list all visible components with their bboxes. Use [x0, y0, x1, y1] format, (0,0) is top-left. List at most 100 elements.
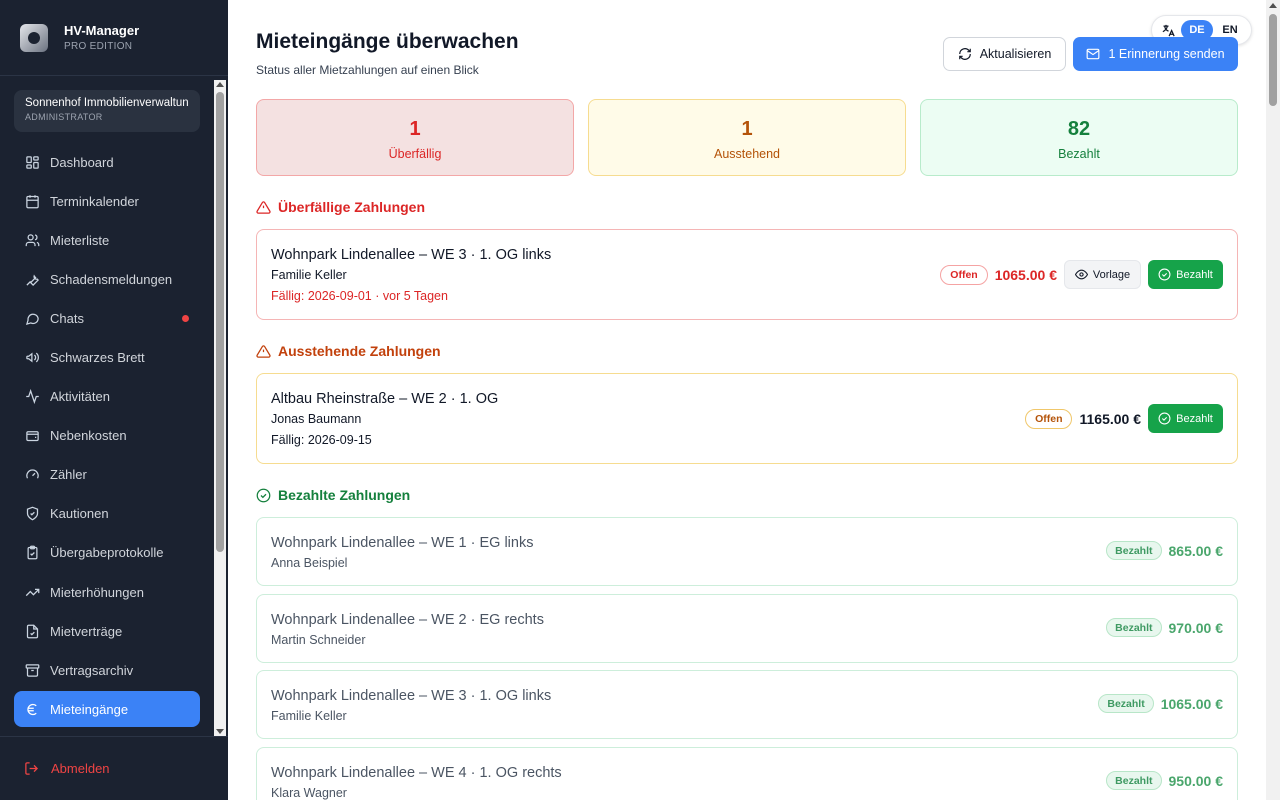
- status-badge: Bezahlt: [1106, 541, 1162, 560]
- stat-overdue: 1 Überfällig: [256, 99, 574, 176]
- logout-label: Abmelden: [51, 761, 110, 776]
- status-badge: Bezahlt: [1106, 618, 1162, 637]
- main-content: Mieteingänge überwachen Status aller Mie…: [228, 0, 1266, 800]
- activity-icon: [24, 389, 40, 405]
- overdue-section-heading: Überfällige Zahlungen: [256, 199, 425, 215]
- gauge-icon: [24, 467, 40, 483]
- pending-section-title: Ausstehende Zahlungen: [278, 343, 441, 359]
- sidebar-item-label: Übergabeprotokolle: [50, 545, 164, 561]
- euro-icon: [24, 701, 40, 717]
- wallet-icon: [24, 428, 40, 444]
- sidebar-item-label: Schadensmeldungen: [50, 271, 173, 287]
- scroll-up-arrow-icon[interactable]: [1269, 3, 1277, 8]
- mark-paid-label: Bezahlt: [1176, 412, 1213, 425]
- sidebar-item-mieterhoehungen[interactable]: Mieterhöhungen: [14, 574, 200, 610]
- mark-paid-label: Bezahlt: [1176, 268, 1213, 281]
- stat-paid: 82 Bezahlt: [920, 99, 1238, 176]
- sidebar-item-label: Mieteingänge: [50, 701, 129, 717]
- refresh-button[interactable]: Aktualisieren: [943, 37, 1066, 71]
- mark-paid-button[interactable]: Bezahlt: [1148, 404, 1223, 433]
- stat-paid-value: 82: [1067, 118, 1091, 140]
- sidebar-item-label: Vertragsarchiv: [50, 662, 134, 678]
- payment-property: Wohnpark Lindenallee – WE 3 · 1. OG link…: [271, 247, 552, 263]
- status-badge: Offen: [940, 264, 988, 285]
- organization-switcher[interactable]: Sonnenhof Immobilienverwaltung ADMINISTR…: [14, 90, 200, 132]
- payment-due-date: Fällig: 2026-09-01 · vor 5 Tagen: [271, 289, 448, 303]
- payment-tenant: Familie Keller: [271, 709, 347, 723]
- payment-amount: 1065.00 €: [994, 266, 1057, 283]
- mark-paid-button[interactable]: Bezahlt: [1148, 260, 1223, 289]
- sidebar-item-nebenkosten[interactable]: Nebenkosten: [14, 418, 200, 454]
- send-reminder-button[interactable]: 1 Erinnerung senden: [1073, 37, 1238, 71]
- payment-amount: 1165.00 €: [1079, 410, 1141, 427]
- eye-icon: [1074, 269, 1088, 280]
- page-scrollbar[interactable]: [1266, 0, 1280, 800]
- overdue-payment-card: Wohnpark Lindenallee – WE 3 · 1. OG link…: [256, 229, 1238, 320]
- payment-status: Bezahlt 865.00 €: [1106, 541, 1223, 560]
- sidebar-item-kautionen[interactable]: Kautionen: [14, 496, 200, 532]
- payment-property: Wohnpark Lindenallee – WE 4 · 1. OG rech…: [271, 765, 562, 781]
- payment-amount: 1065.00 €: [1160, 695, 1223, 712]
- stat-pending: 1 Ausstehend: [588, 99, 906, 176]
- organization-role: ADMINISTRATOR: [25, 112, 103, 122]
- template-preview-button[interactable]: Vorlage: [1064, 260, 1141, 289]
- brand: HV-Manager PRO EDITION: [0, 0, 228, 76]
- sidebar-scrollbar[interactable]: [214, 80, 226, 736]
- payment-tenant: Martin Schneider: [271, 633, 366, 647]
- stat-overdue-value: 1: [409, 118, 421, 140]
- sidebar-item-label: Mieterliste: [50, 232, 110, 248]
- sidebar-item-terminkalender[interactable]: Terminkalender: [14, 183, 200, 219]
- sidebar-item-schadensmeldungen[interactable]: Schadensmeldungen: [14, 261, 200, 297]
- payment-amount: 865.00 €: [1168, 542, 1224, 559]
- sidebar-item-chats[interactable]: Chats: [14, 300, 200, 336]
- paid-payment-card: Wohnpark Lindenallee – WE 1 · EG links A…: [256, 517, 1238, 586]
- sidebar-item-mieterliste[interactable]: Mieterliste: [14, 222, 200, 258]
- page-scroll-thumb[interactable]: [1269, 14, 1277, 106]
- stat-overdue-label: Überfällig: [388, 147, 442, 161]
- wrench-icon: [24, 271, 40, 287]
- payment-status: Bezahlt 1065.00 €: [1098, 694, 1223, 713]
- payment-status: Bezahlt 970.00 €: [1106, 618, 1223, 637]
- scroll-up-arrow-icon[interactable]: [216, 82, 224, 87]
- sidebar-item-label: Dashboard: [50, 154, 114, 170]
- logout-button[interactable]: Abmelden: [0, 736, 228, 800]
- sidebar-scroll-thumb[interactable]: [216, 92, 224, 552]
- payment-amount: 950.00 €: [1168, 772, 1224, 789]
- sidebar-item-mieteingaenge[interactable]: Mieteingänge: [14, 691, 200, 728]
- paid-section-title: Bezahlte Zahlungen: [278, 487, 411, 503]
- sidebar-item-zaehler[interactable]: Zähler: [14, 457, 200, 493]
- clipboard-icon: [24, 545, 40, 561]
- dashboard-icon: [24, 154, 40, 170]
- paid-payment-card: Wohnpark Lindenallee – WE 3 · 1. OG link…: [256, 670, 1238, 739]
- payment-property: Wohnpark Lindenallee – WE 1 · EG links: [271, 535, 534, 551]
- sidebar-item-label: Schwarzes Brett: [50, 349, 145, 365]
- payment-tenant: Familie Keller: [271, 268, 347, 282]
- warning-icon: [256, 200, 271, 214]
- megaphone-icon: [24, 349, 40, 365]
- sidebar-item-uebergabeprotokolle[interactable]: Übergabeprotokolle: [14, 535, 200, 571]
- payment-status: Bezahlt 950.00 €: [1106, 771, 1223, 790]
- calendar-icon: [24, 193, 40, 209]
- pending-section-heading: Ausstehende Zahlungen: [256, 343, 441, 359]
- payment-property: Wohnpark Lindenallee – WE 3 · 1. OG link…: [271, 688, 552, 704]
- sidebar-item-label: Mieterhöhungen: [50, 584, 144, 600]
- payment-tenant: Jonas Baumann: [271, 412, 362, 426]
- sidebar-item-label: Aktivitäten: [50, 389, 110, 405]
- payment-tenant: Anna Beispiel: [271, 556, 348, 570]
- status-badge: Bezahlt: [1106, 771, 1162, 790]
- translate-icon: [1162, 24, 1175, 36]
- sidebar-item-schwarzes-brett[interactable]: Schwarzes Brett: [14, 339, 200, 375]
- trending-up-icon: [24, 584, 40, 600]
- scroll-down-arrow-icon[interactable]: [216, 729, 224, 734]
- sidebar-item-vertragsarchiv[interactable]: Vertragsarchiv: [14, 652, 200, 688]
- sidebar-item-aktivitaeten[interactable]: Aktivitäten: [14, 379, 200, 415]
- sidebar-item-mietvertraege[interactable]: Mietverträge: [14, 613, 200, 649]
- sidebar-item-label: Kautionen: [50, 506, 109, 522]
- sidebar-item-dashboard[interactable]: Dashboard: [14, 144, 200, 180]
- payment-property: Altbau Rheinstraße – WE 2 · 1. OG: [271, 391, 499, 407]
- sidebar-nav: Dashboard Terminkalender Mieterliste Sch…: [14, 144, 200, 730]
- paid-payment-card: Wohnpark Lindenallee – WE 2 · EG rechts …: [256, 594, 1238, 663]
- chat-icon: [24, 310, 40, 326]
- brand-edition: PRO EDITION: [64, 41, 133, 52]
- page-subtitle: Status aller Mietzahlungen auf einen Bli…: [256, 63, 479, 77]
